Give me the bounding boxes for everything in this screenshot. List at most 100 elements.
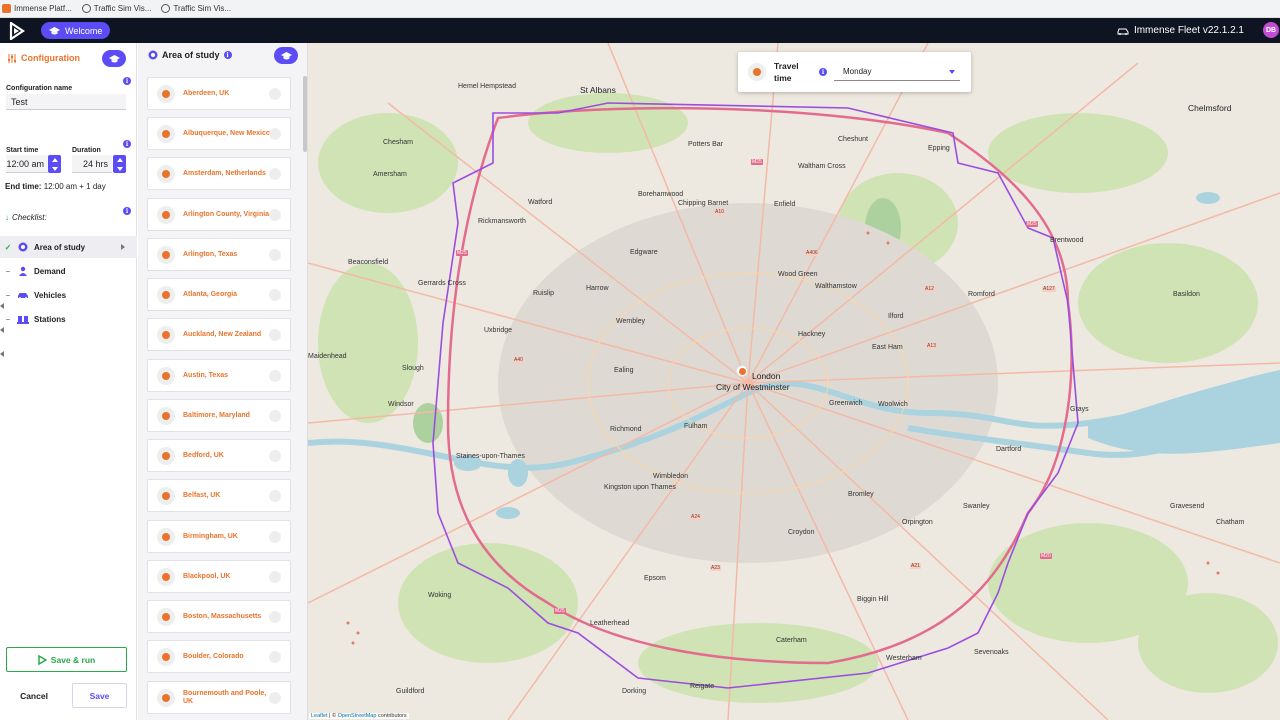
map-place-label: Gerrards Cross <box>418 280 466 287</box>
info-icon[interactable]: i <box>123 140 131 148</box>
map-place-label: St Albans <box>580 85 616 95</box>
info-icon[interactable]: i <box>223 51 232 59</box>
save-and-run-button[interactable]: Save & run <box>6 647 127 672</box>
map-place-label: Ilford <box>888 313 904 320</box>
immense-logo-icon[interactable] <box>7 21 27 41</box>
road-label: A10 <box>714 209 725 215</box>
chevron-down-icon <box>116 166 123 171</box>
map-place-label: Gravesend <box>1170 503 1205 510</box>
city-radio[interactable] <box>269 530 281 543</box>
map-place-label: Reigate <box>690 683 715 690</box>
city-name: Boulder, Colorado <box>183 652 244 660</box>
city-radio[interactable] <box>269 650 281 663</box>
city-card[interactable]: Bournemouth and Poole, UK <box>147 681 291 714</box>
map-place-label: Caterham <box>776 637 807 644</box>
city-name: Atlanta, Georgia <box>183 290 238 298</box>
city-card[interactable]: Aberdeen, UK <box>147 77 291 110</box>
city-radio[interactable] <box>269 449 281 462</box>
map-place-label: Hackney <box>798 331 826 338</box>
city-radio[interactable] <box>269 248 281 261</box>
checklist-item-demand[interactable]: – Demand <box>0 260 137 309</box>
city-card[interactable]: Boston, Massachusetts <box>147 600 291 633</box>
checklist-item-vehicles[interactable]: – Vehicles <box>0 284 137 333</box>
city-radio[interactable] <box>269 208 281 221</box>
map-place-label: City of Westminster <box>716 382 790 392</box>
globe-icon <box>81 4 91 13</box>
start-time-input[interactable]: 12:00 am <box>6 155 48 173</box>
city-icon <box>157 245 175 264</box>
bookmark-immense[interactable]: Immense Platf... <box>2 4 72 13</box>
map-location-pin[interactable] <box>736 365 748 377</box>
city-icon <box>157 205 175 224</box>
info-icon[interactable]: i <box>819 68 827 76</box>
city-card[interactable]: Baltimore, Maryland <box>147 399 291 432</box>
info-icon[interactable]: i <box>123 77 131 85</box>
city-icon <box>157 164 175 183</box>
area-icon <box>148 50 158 60</box>
map-place-label: Wembley <box>616 318 646 325</box>
car-icon <box>1117 28 1129 35</box>
scrollbar[interactable] <box>303 76 307 152</box>
bookmark-traffic-sim-1[interactable]: Traffic Sim Vis... <box>81 4 151 13</box>
city-card[interactable]: Atlanta, Georgia <box>147 278 291 311</box>
sliders-icon <box>8 53 16 63</box>
map-place-label: Hemel Hempstead <box>458 83 516 90</box>
city-radio[interactable] <box>269 691 281 704</box>
bookmark-traffic-sim-2[interactable]: Traffic Sim Vis... <box>161 4 231 13</box>
save-button[interactable]: Save <box>72 683 127 708</box>
tutorial-button[interactable] <box>274 47 298 64</box>
city-radio[interactable] <box>269 328 281 341</box>
road-label: A13 <box>926 343 937 349</box>
road-label: A23 <box>710 565 721 571</box>
osm-link[interactable]: OpenStreetMap <box>338 713 377 719</box>
city-card[interactable]: Blackpool, UK <box>147 560 291 593</box>
city-icon <box>157 647 175 666</box>
leaflet-link[interactable]: Leaflet <box>311 713 328 719</box>
start-time-stepper[interactable] <box>48 155 61 173</box>
city-card[interactable]: Albuquerque, New Mexico <box>147 117 291 150</box>
cancel-button[interactable]: Cancel <box>6 683 62 708</box>
city-radio[interactable] <box>269 87 281 100</box>
chevron-up-icon <box>116 157 123 162</box>
city-icon <box>157 325 175 344</box>
immense-favicon-icon <box>2 4 11 13</box>
configuration-name-input[interactable] <box>6 94 126 110</box>
city-radio[interactable] <box>269 570 281 583</box>
user-avatar[interactable]: DB <box>1263 22 1279 38</box>
city-icon <box>157 124 175 143</box>
city-card[interactable]: Auckland, New Zealand <box>147 318 291 351</box>
station-icon <box>16 313 30 325</box>
road-label: M20 <box>1040 553 1052 559</box>
city-radio[interactable] <box>269 127 281 140</box>
tutorial-button[interactable] <box>102 50 126 67</box>
city-card[interactable]: Amsterdam, Netherlands <box>147 157 291 190</box>
day-select[interactable]: Monday <box>834 63 960 81</box>
city-card[interactable]: Arlington, Texas <box>147 238 291 271</box>
checklist-item-area-of-study[interactable]: ✓ Area of study <box>0 236 137 258</box>
map-place-label: Staines-upon-Thames <box>456 453 525 460</box>
city-card[interactable]: Boulder, Colorado <box>147 640 291 673</box>
map[interactable]: St Albans Hemel Hempstead Chelmsford Epp… <box>308 43 1280 720</box>
city-card[interactable]: Belfast, UK <box>147 479 291 512</box>
welcome-button[interactable]: Welcome <box>41 22 111 39</box>
info-icon[interactable]: i <box>123 207 131 215</box>
city-radio[interactable] <box>269 167 281 180</box>
duration-stepper[interactable] <box>113 155 126 173</box>
map-place-label: Chatham <box>1216 519 1245 526</box>
city-radio[interactable] <box>269 288 281 301</box>
map-place-label: Croydon <box>788 529 815 536</box>
city-radio[interactable] <box>269 610 281 623</box>
city-icon <box>157 486 175 505</box>
city-radio[interactable] <box>269 489 281 502</box>
city-radio[interactable] <box>269 369 281 382</box>
checklist-item-stations[interactable]: – Stations <box>0 308 137 357</box>
city-card[interactable]: Arlington County, Virginia <box>147 198 291 231</box>
city-card[interactable]: Bedford, UK <box>147 439 291 472</box>
duration-input[interactable]: 24 hrs <box>72 155 112 173</box>
chevron-down-icon <box>51 166 58 171</box>
map-place-label: Wimbledon <box>653 473 689 480</box>
city-card[interactable]: Birmingham, UK <box>147 520 291 553</box>
city-card[interactable]: Austin, Texas <box>147 359 291 392</box>
city-radio[interactable] <box>269 409 281 422</box>
app-version-label: Immense Fleet v22.1.2.1 <box>1133 25 1244 36</box>
